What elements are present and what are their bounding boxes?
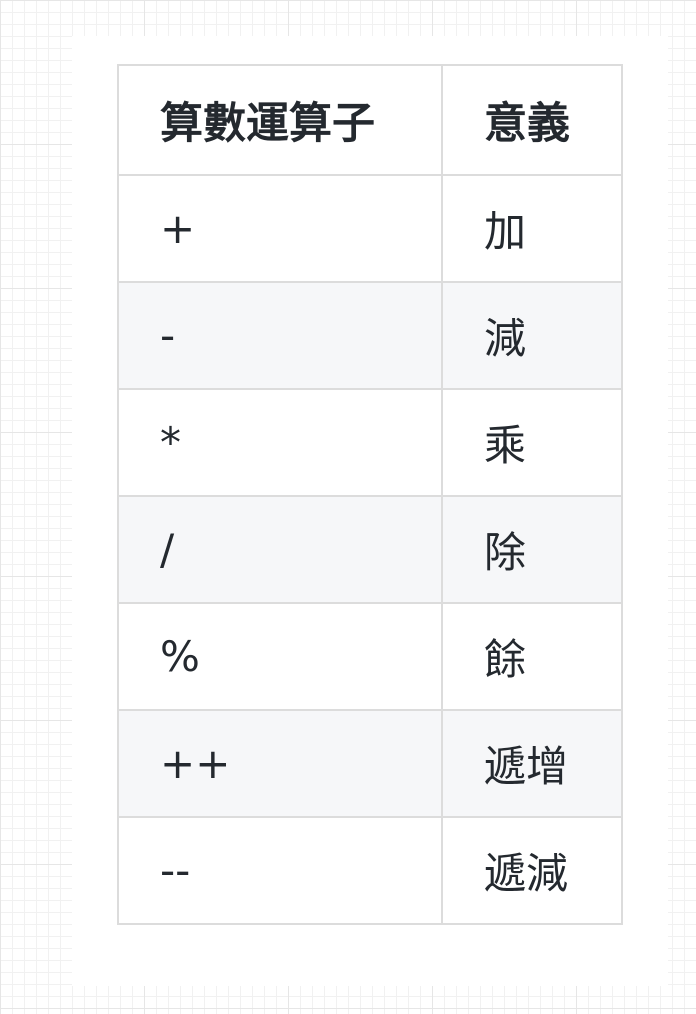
- table-row: - 減: [117, 281, 623, 390]
- operator-table: 算數運算子 意義 + 加 - 減 * 乘 / 除 % 餘 ++ 遞增 -- 遞減: [117, 64, 623, 925]
- table-row: * 乘: [117, 388, 623, 497]
- table-row: / 除: [117, 495, 623, 604]
- meaning-cell: 減: [441, 281, 623, 390]
- header-meaning: 意義: [441, 64, 623, 176]
- meaning-cell: 餘: [441, 602, 623, 711]
- meaning-cell: 乘: [441, 388, 623, 497]
- operator-cell: %: [117, 602, 443, 711]
- meaning-cell: 除: [441, 495, 623, 604]
- table-row: -- 遞減: [117, 816, 623, 925]
- meaning-cell: 加: [441, 174, 623, 283]
- operator-cell: /: [117, 495, 443, 604]
- meaning-cell: 遞減: [441, 816, 623, 925]
- operator-cell: ++: [117, 709, 443, 818]
- table-row: + 加: [117, 174, 623, 283]
- header-operator: 算數運算子: [117, 64, 443, 176]
- operator-cell: --: [117, 816, 443, 925]
- table-row: % 餘: [117, 602, 623, 711]
- table-row: ++ 遞增: [117, 709, 623, 818]
- table-card: 算數運算子 意義 + 加 - 減 * 乘 / 除 % 餘 ++ 遞增 -- 遞減: [72, 36, 668, 986]
- operator-cell: -: [117, 281, 443, 390]
- operator-cell: +: [117, 174, 443, 283]
- operator-cell: *: [117, 388, 443, 497]
- meaning-cell: 遞增: [441, 709, 623, 818]
- table-header-row: 算數運算子 意義: [117, 64, 623, 176]
